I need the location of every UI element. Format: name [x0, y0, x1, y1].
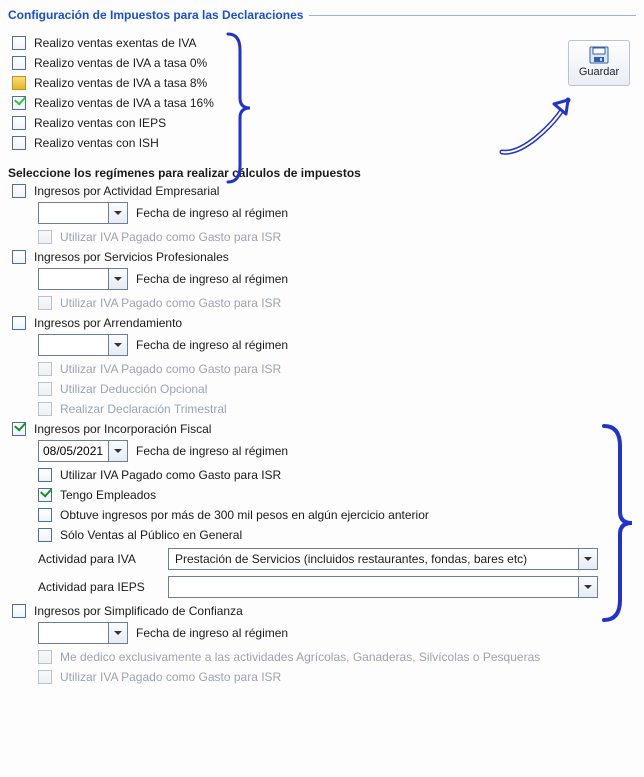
bracket-icon	[224, 28, 254, 188]
label-r1: Ingresos por Actividad Empresarial	[34, 184, 219, 198]
label-actividad-ieps: Actividad para IEPS	[38, 580, 168, 594]
checkbox-r3-trimestral	[38, 402, 52, 416]
checkbox-tasa8[interactable]	[12, 76, 26, 90]
checkbox-r1[interactable]	[12, 184, 26, 198]
combo-actividad-iva[interactable]: Prestación de Servicios (incluidos resta…	[168, 548, 598, 570]
label-r2: Ingresos por Servicios Profesionales	[34, 250, 229, 264]
checkbox-ish[interactable]	[12, 136, 26, 150]
combo-actividad-ieps[interactable]	[168, 576, 598, 598]
label-r5-iva: Utilizar IVA Pagado como Gasto para ISR	[60, 670, 281, 684]
chevron-down-icon[interactable]	[108, 202, 128, 224]
regimes-header: Seleccione los regímenes para realizar c…	[8, 166, 636, 180]
regime-incorporacion-fiscal: Ingresos por Incorporación Fiscal Fecha …	[8, 422, 636, 598]
checkbox-exentas[interactable]	[12, 36, 26, 50]
checkbox-r3[interactable]	[12, 316, 26, 330]
label-r4: Ingresos por Incorporación Fiscal	[34, 422, 211, 436]
checkbox-r2[interactable]	[12, 250, 26, 264]
bracket-icon	[598, 418, 638, 628]
checkbox-r5-iva	[38, 670, 52, 684]
chevron-down-icon[interactable]	[578, 548, 598, 570]
date-r4-label: Fecha de ingreso al régimen	[136, 444, 288, 458]
tax-checks-group: Realizo ventas exentas de IVA Realizo ve…	[12, 30, 214, 156]
combo-actividad-iva-value: Prestación de Servicios (incluidos resta…	[168, 548, 578, 570]
label-ish: Realizo ventas con ISH	[34, 136, 159, 150]
label-tasa16: Realizo ventas de IVA a tasa 16%	[34, 96, 214, 110]
label-r5-agric: Me dedico exclusivamente a las actividad…	[60, 650, 540, 664]
date-r2-input[interactable]	[38, 268, 108, 290]
chevron-down-icon[interactable]	[108, 440, 128, 462]
date-r1-label: Fecha de ingreso al régimen	[136, 206, 288, 220]
label-r4-300k: Obtuve ingresos por más de 300 mil pesos…	[60, 508, 429, 522]
date-r2-label: Fecha de ingreso al régimen	[136, 272, 288, 286]
label-actividad-iva: Actividad para IVA	[38, 552, 168, 566]
checkbox-r3-deduccion	[38, 382, 52, 396]
chevron-down-icon[interactable]	[108, 622, 128, 644]
label-tasa0: Realizo ventas de IVA a tasa 0%	[34, 56, 207, 70]
date-r4-input[interactable]	[38, 440, 108, 462]
label-r3-trimestral: Realizar Declaración Trimestral	[60, 402, 227, 416]
save-button[interactable]: Guardar	[568, 40, 630, 86]
label-r3: Ingresos por Arrendamiento	[34, 316, 182, 330]
chevron-down-icon[interactable]	[108, 268, 128, 290]
label-r2-iva: Utilizar IVA Pagado como Gasto para ISR	[60, 296, 281, 310]
label-r5: Ingresos por Simplificado de Confianza	[34, 604, 243, 618]
date-r1-input[interactable]	[38, 202, 108, 224]
header-rule	[309, 15, 636, 16]
label-r3-iva: Utilizar IVA Pagado como Gasto para ISR	[60, 362, 281, 376]
date-r5-label: Fecha de ingreso al régimen	[136, 626, 288, 640]
date-r2[interactable]	[38, 268, 128, 290]
arrow-icon	[496, 90, 586, 160]
checkbox-r4-publico[interactable]	[38, 528, 52, 542]
regime-actividad-empresarial: Ingresos por Actividad Empresarial Fecha…	[8, 184, 636, 244]
regime-arrendamiento: Ingresos por Arrendamiento Fecha de ingr…	[8, 316, 636, 416]
checkbox-r4-empleados[interactable]	[38, 488, 52, 502]
checkbox-r5[interactable]	[12, 604, 26, 618]
checkbox-tasa0[interactable]	[12, 56, 26, 70]
checkbox-r2-iva	[38, 296, 52, 310]
section-header: Configuración de Impuestos para las Decl…	[8, 8, 636, 22]
label-exentas: Realizo ventas exentas de IVA	[34, 36, 197, 50]
date-r3-input[interactable]	[38, 334, 108, 356]
label-ieps: Realizo ventas con IEPS	[34, 116, 166, 130]
date-r3-label: Fecha de ingreso al régimen	[136, 338, 288, 352]
checkbox-r1-iva	[38, 230, 52, 244]
label-r4-iva: Utilizar IVA Pagado como Gasto para ISR	[60, 468, 281, 482]
date-r5-input[interactable]	[38, 622, 108, 644]
combo-actividad-ieps-value	[168, 576, 578, 598]
checkbox-tasa16[interactable]	[12, 96, 26, 110]
label-r4-publico: Sólo Ventas al Público en General	[60, 528, 242, 542]
date-r3[interactable]	[38, 334, 128, 356]
date-r1[interactable]	[38, 202, 128, 224]
label-tasa8: Realizo ventas de IVA a tasa 8%	[34, 76, 207, 90]
regime-simplificado-confianza: Ingresos por Simplificado de Confianza F…	[8, 604, 636, 684]
chevron-down-icon[interactable]	[578, 576, 598, 598]
chevron-down-icon[interactable]	[108, 334, 128, 356]
save-icon	[588, 45, 610, 65]
checkbox-r3-iva	[38, 362, 52, 376]
regime-servicios-profesionales: Ingresos por Servicios Profesionales Fec…	[8, 250, 636, 310]
label-r3-deduccion: Utilizar Deducción Opcional	[60, 382, 207, 396]
checkbox-r4-iva[interactable]	[38, 468, 52, 482]
section-title: Configuración de Impuestos para las Decl…	[8, 8, 303, 22]
checkbox-r4[interactable]	[12, 422, 26, 436]
checkbox-ieps[interactable]	[12, 116, 26, 130]
label-r1-iva: Utilizar IVA Pagado como Gasto para ISR	[60, 230, 281, 244]
checkbox-r5-agric	[38, 650, 52, 664]
label-r4-empleados: Tengo Empleados	[60, 488, 156, 502]
date-r4[interactable]	[38, 440, 128, 462]
date-r5[interactable]	[38, 622, 128, 644]
checkbox-r4-300k[interactable]	[38, 508, 52, 522]
save-label: Guardar	[579, 66, 619, 78]
